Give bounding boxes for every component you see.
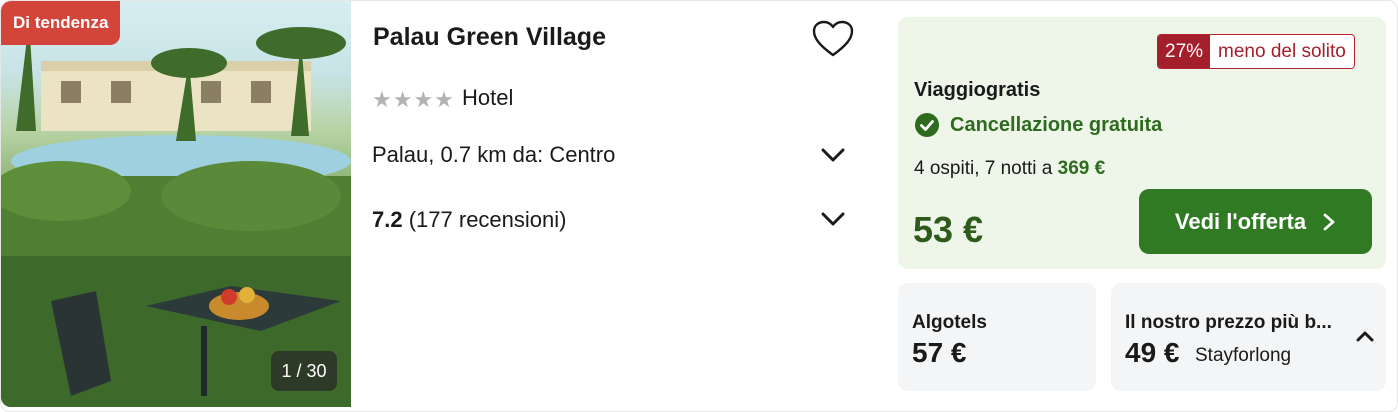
hotel-card: Di tendenza 1 / 30 Palau Green Village ★… xyxy=(0,0,1398,412)
alt-offer-best-price[interactable]: Il nostro prezzo più b... 49 € Stayforlo… xyxy=(1111,283,1386,391)
alt-offer-title: Il nostro prezzo più b... xyxy=(1125,312,1332,333)
trending-badge: Di tendenza xyxy=(1,1,121,45)
hotel-photo-scene xyxy=(1,10,351,407)
free-cancellation: Cancellazione gratuita xyxy=(914,112,1162,138)
rating-reviews: (177 recensioni) xyxy=(408,207,567,232)
check-circle-icon xyxy=(915,113,939,137)
chevron-down-icon xyxy=(821,212,845,226)
rating-score: 7.2 xyxy=(372,207,403,232)
stay-total-price: 369 € xyxy=(1057,158,1106,179)
favorite-button[interactable] xyxy=(811,19,855,59)
view-offer-button[interactable]: Vedi l'offerta xyxy=(1139,189,1372,254)
chevron-right-icon xyxy=(1323,213,1335,230)
main-offer-panel[interactable]: 27% meno del solito Viaggiogratis Cancel… xyxy=(898,17,1386,269)
hotel-photo[interactable]: Di tendenza 1 / 30 xyxy=(1,1,351,407)
alt-offer-algotels[interactable]: Algotels 57 € xyxy=(898,283,1096,391)
hotel-name[interactable]: Palau Green Village xyxy=(373,23,606,52)
star-rating: ★★★★ xyxy=(372,87,455,112)
location-text: Palau, 0.7 km da: Centro xyxy=(372,142,616,167)
heart-icon xyxy=(812,20,854,57)
discount-badge: 27% meno del solito xyxy=(1157,34,1355,69)
alt-offer-provider: Algotels xyxy=(912,312,987,333)
location-expand-button[interactable] xyxy=(819,143,847,167)
discount-percent: 27% xyxy=(1158,35,1211,68)
alt-offer-price: 57 € xyxy=(912,337,967,368)
view-offer-label: Vedi l'offerta xyxy=(1174,208,1307,234)
stay-details: 4 ospiti, 7 notti a xyxy=(914,158,1053,179)
reviews-expand-button[interactable] xyxy=(819,207,847,231)
chevron-up-icon[interactable] xyxy=(1354,327,1376,345)
stay-summary: 4 ospiti, 7 notti a 369 € xyxy=(914,158,1105,180)
alt-offer-seller: Stayforlong xyxy=(1195,345,1292,366)
review-rating: 7.2 (177 recensioni) xyxy=(372,207,566,233)
chevron-down-icon xyxy=(821,148,845,162)
free-cancellation-label: Cancellazione gratuita xyxy=(950,113,1163,136)
photo-counter: 1 / 30 xyxy=(271,351,337,391)
hotel-type: Hotel xyxy=(462,85,514,110)
offer-provider: Viaggiogratis xyxy=(914,79,1041,101)
alt-offer-price: 49 € xyxy=(1125,337,1180,368)
discount-text: meno del solito xyxy=(1210,35,1354,68)
offer-price: 53 € xyxy=(913,209,984,250)
